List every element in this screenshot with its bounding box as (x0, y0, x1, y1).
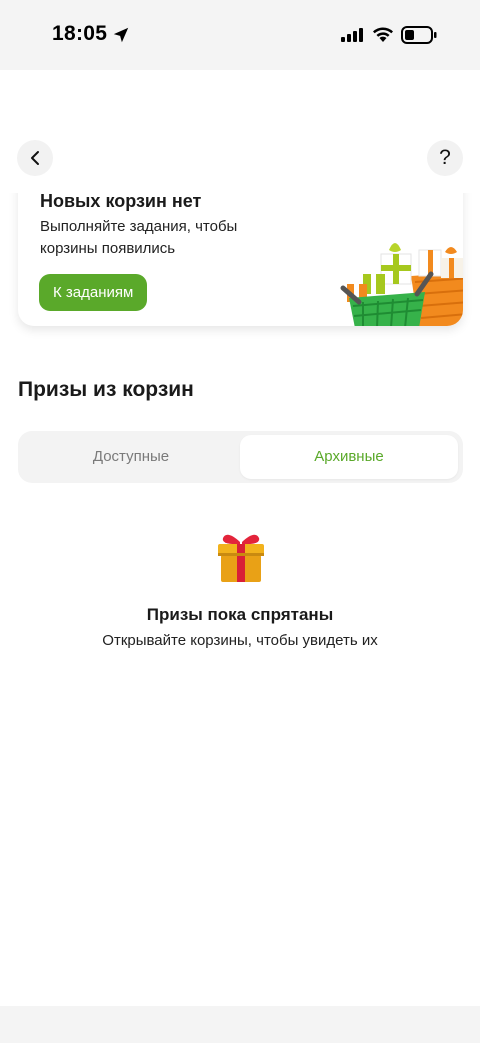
cellular-signal-icon (341, 28, 363, 42)
card-description: Выполняйте задания, чтобы корзины появил… (40, 218, 238, 257)
back-button[interactable] (17, 140, 53, 176)
card-title: Новых корзин нет (40, 191, 202, 211)
tab-available[interactable]: Доступные (22, 435, 240, 479)
chevron-left-icon (31, 151, 39, 165)
section-title: Призы из корзин (18, 378, 194, 401)
battery-icon (401, 26, 437, 44)
prizes-page: 18:05 Новых корзин нет Выполняйте задани… (0, 0, 480, 1043)
help-label: ? (439, 146, 451, 169)
empty-state-title: Призы пока спрятаны (146, 605, 334, 624)
gift-icon (218, 534, 264, 582)
prizes-tabs: Доступные Архивные (18, 431, 463, 483)
location-arrow-icon (113, 27, 129, 43)
empty-baskets-card: Новых корзин нет Выполняйте задания, что… (18, 180, 463, 326)
empty-state-text: Открывайте корзины, чтобы увидеть их (102, 632, 378, 649)
status-time: 18:05 (52, 22, 108, 45)
gift-baskets-illustration (340, 243, 463, 326)
tab-archive[interactable]: Архивные (240, 435, 458, 479)
help-button[interactable]: ? (427, 140, 463, 176)
status-bar: 18:05 (0, 0, 480, 70)
wifi-icon (373, 27, 393, 42)
home-indicator-area (0, 1006, 480, 1043)
header-area (0, 70, 480, 193)
go-to-tasks-button[interactable]: К заданиям (39, 274, 148, 311)
